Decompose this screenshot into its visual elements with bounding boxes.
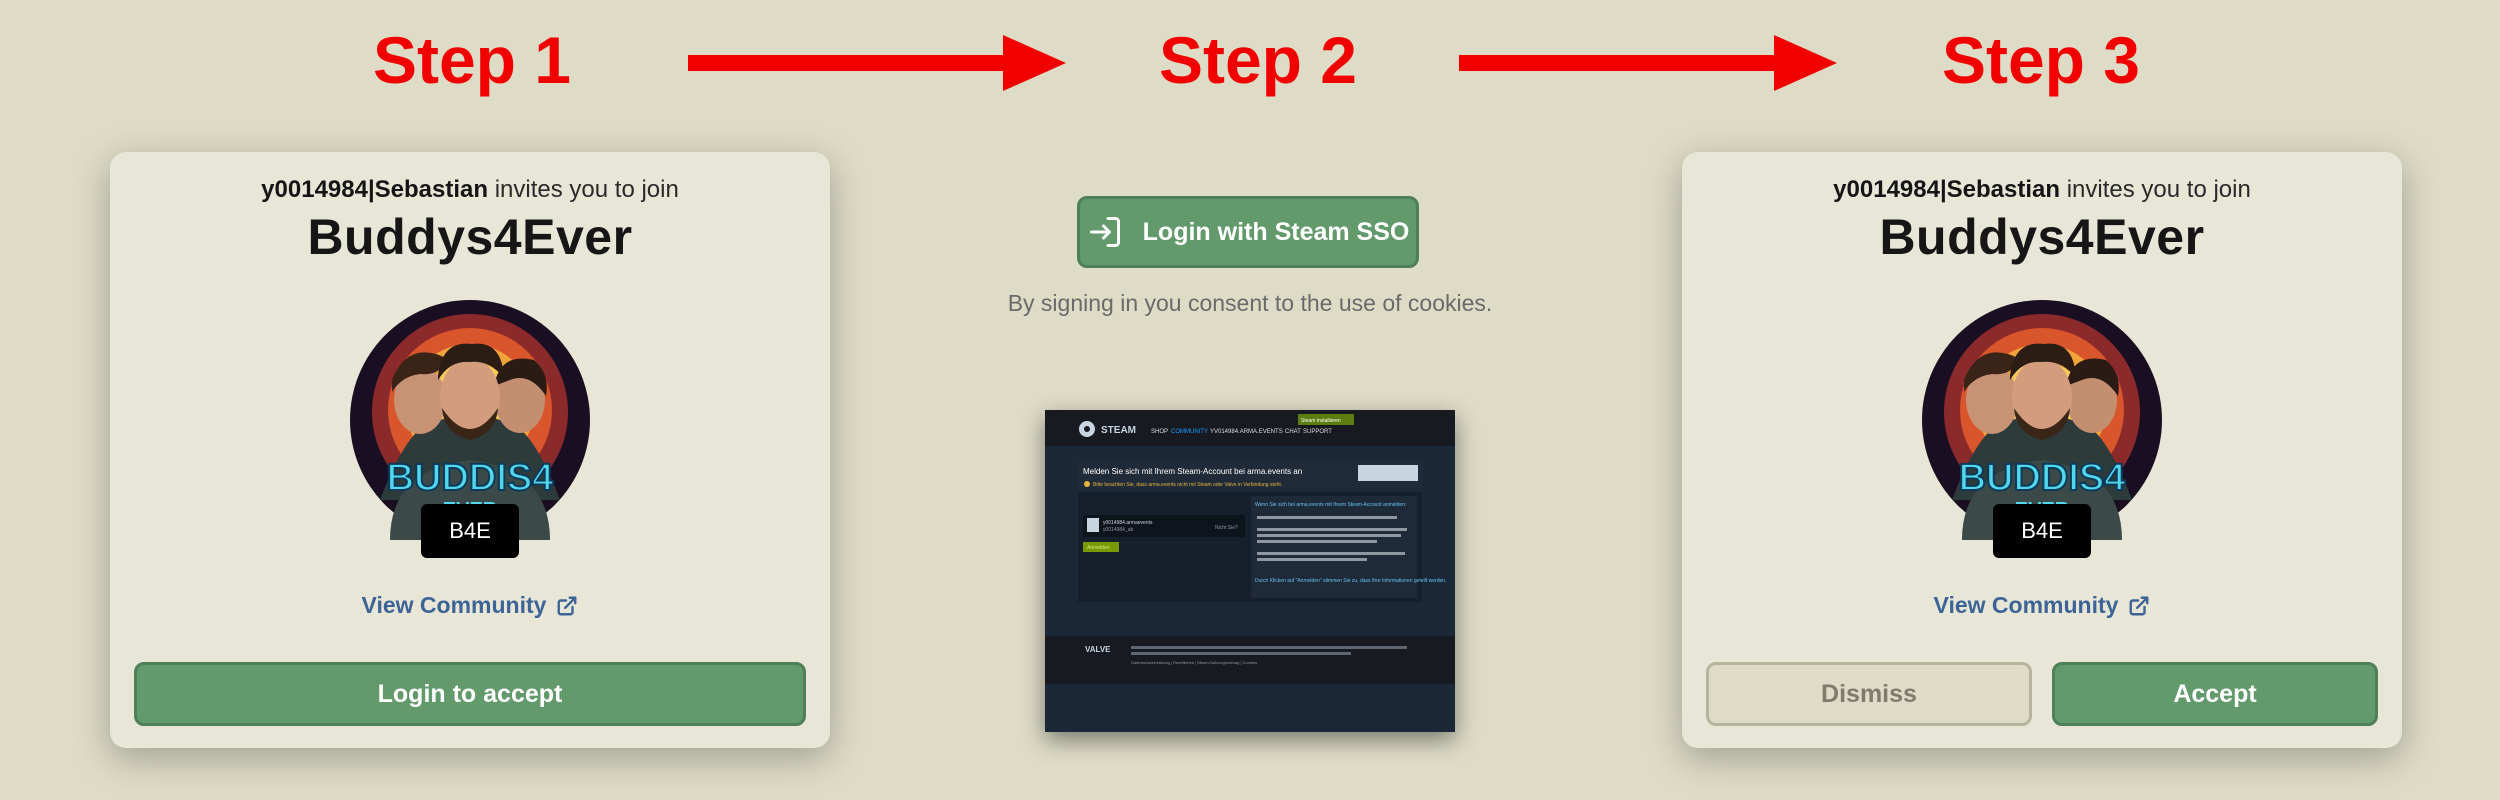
- steam-logo-text: STEAM: [1101, 425, 1136, 436]
- steam-footer-links: Datenschutzerklärung | Rechtliches | Ste…: [1131, 660, 1257, 665]
- login-to-accept-button[interactable]: Login to accept: [134, 662, 806, 726]
- right-arrow-icon: [688, 35, 1066, 91]
- steam-side-title: Wenn Sie sich bei arma.events mit Ihrem …: [1255, 502, 1406, 508]
- sign-in-icon: [1089, 217, 1120, 247]
- steam-account-sub: y0014984_ab: [1103, 527, 1134, 533]
- view-community-label: View Community: [1933, 592, 2119, 618]
- steam-warning: Bitte beachten Sie, dass arma.events nic…: [1093, 482, 1282, 488]
- group-tag-badge: B4E: [1993, 504, 2091, 558]
- view-community-link[interactable]: View Community: [110, 592, 830, 619]
- steam-signin-button: Anmelden: [1087, 545, 1110, 551]
- steam-footer-brand: VALVE: [1085, 645, 1111, 654]
- view-community-label: View Community: [361, 592, 547, 618]
- view-community-link[interactable]: View Community: [1682, 592, 2402, 619]
- step-1-title: Step 1: [372, 23, 572, 97]
- invite-line: y0014984|Sebastian invites you to join: [110, 176, 830, 204]
- steam-heading: Melden Sie sich mit Ihrem Steam-Account …: [1083, 467, 1302, 476]
- steam-switch-link: Nicht Sie?: [1215, 525, 1238, 531]
- invite-text: invites you to join: [2060, 176, 2251, 203]
- logo-text: BUDDIS4: [387, 457, 554, 499]
- steam-install-button: Steam installieren: [1301, 418, 1341, 424]
- logo-text: BUDDIS4: [1959, 457, 2126, 499]
- right-arrow-icon: [1459, 35, 1837, 91]
- steam-logo-icon: [1079, 421, 1095, 437]
- cookie-consent-text: By signing in you consent to the use of …: [1007, 290, 1493, 316]
- group-name: Buddys4Ever: [1879, 209, 2205, 265]
- steam-sso-login-button[interactable]: Login with Steam SSO: [1077, 196, 1419, 268]
- steam-nav-community: COMMUNITY: [1171, 429, 1208, 435]
- invite-card-step-3: y0014984|Sebastian invites you to join B…: [1682, 152, 2402, 748]
- invite-text: invites you to join: [488, 176, 679, 203]
- steam-side-footer: Durch Klicken auf "Anmelden" stimmen Sie…: [1255, 578, 1446, 584]
- step-2-title: Step 2: [1158, 23, 1358, 97]
- steam-nav-profile: YV014984.ARMA.EVENTS: [1210, 429, 1283, 435]
- invite-card-step-1: y0014984|Sebastian invites you to join B…: [110, 152, 830, 748]
- steam-account-name: y0014984.armaevents: [1103, 520, 1153, 526]
- inviter-name: y0014984|Sebastian: [1833, 176, 2061, 203]
- sso-button-label: Login with Steam SSO: [1142, 217, 1410, 246]
- accept-button[interactable]: Accept: [2052, 662, 2378, 726]
- steam-login-screenshot: STEAM SHOP COMMUNITY YV014984.ARMA.EVENT…: [1045, 410, 1455, 732]
- steam-nav-chat: CHAT: [1285, 429, 1301, 435]
- external-link-icon: [557, 596, 577, 615]
- group-name: Buddys4Ever: [307, 209, 633, 265]
- dismiss-button[interactable]: Dismiss: [1706, 662, 2032, 726]
- external-link-icon: [2129, 596, 2149, 615]
- group-tag-badge: B4E: [421, 504, 519, 558]
- invite-line: y0014984|Sebastian invites you to join: [1682, 176, 2402, 204]
- inviter-name: y0014984|Sebastian: [261, 176, 489, 203]
- steam-nav-support: SUPPORT: [1303, 429, 1332, 435]
- step-3-title: Step 3: [1941, 23, 2141, 97]
- steam-nav-shop: SHOP: [1151, 429, 1168, 435]
- warning-icon: [1084, 481, 1090, 487]
